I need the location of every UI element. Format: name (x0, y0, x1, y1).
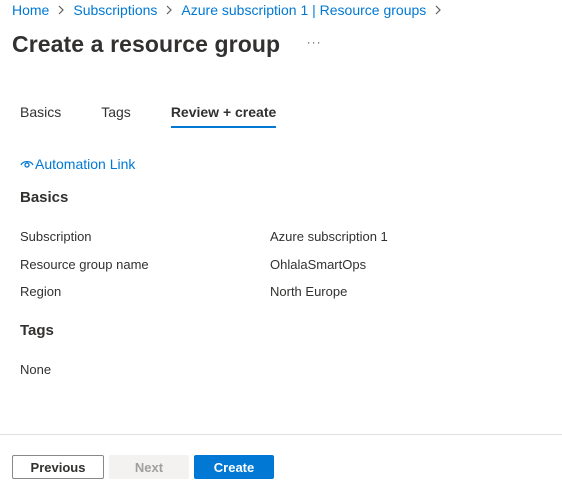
tab-tags[interactable]: Tags (101, 103, 131, 128)
footer-divider (0, 434, 562, 435)
more-options-button[interactable]: ··· (304, 32, 324, 52)
create-resource-group-page: Home Subscriptions Azure subscription 1 … (0, 0, 562, 485)
chevron-right-icon (57, 5, 65, 15)
subscription-label: Subscription (20, 229, 92, 244)
basics-section-title: Basics (20, 189, 69, 206)
breadcrumb-subscriptions[interactable]: Subscriptions (73, 1, 157, 19)
subscription-value: Azure subscription 1 (270, 229, 388, 244)
previous-button[interactable]: Previous (12, 455, 104, 479)
breadcrumb: Home Subscriptions Azure subscription 1 … (12, 1, 450, 19)
breadcrumb-resource-groups[interactable]: Azure subscription 1 | Resource groups (181, 1, 426, 19)
automation-link[interactable]: Automation Link (20, 156, 135, 172)
page-title: Create a resource group (12, 31, 281, 57)
region-value: North Europe (270, 284, 348, 299)
chevron-right-icon (165, 5, 173, 15)
tags-value: None (20, 362, 52, 377)
eye-icon (20, 156, 35, 172)
next-button[interactable]: Next (109, 455, 189, 479)
region-label: Region (20, 284, 62, 299)
resource-group-name-value: OhlalaSmartOps (270, 257, 367, 272)
tab-review-create[interactable]: Review + create (170, 103, 277, 128)
breadcrumb-home[interactable]: Home (12, 1, 49, 19)
resource-group-name-label: Resource group name (20, 257, 149, 272)
tags-section-title: Tags (20, 322, 54, 339)
tab-bar: Basics Tags Review + create (20, 103, 316, 128)
title-row: Create a resource group ··· (12, 29, 324, 59)
automation-link-label: Automation Link (35, 156, 136, 172)
tab-basics[interactable]: Basics (20, 103, 61, 128)
chevron-right-icon (434, 5, 442, 15)
create-button[interactable]: Create (194, 455, 274, 479)
